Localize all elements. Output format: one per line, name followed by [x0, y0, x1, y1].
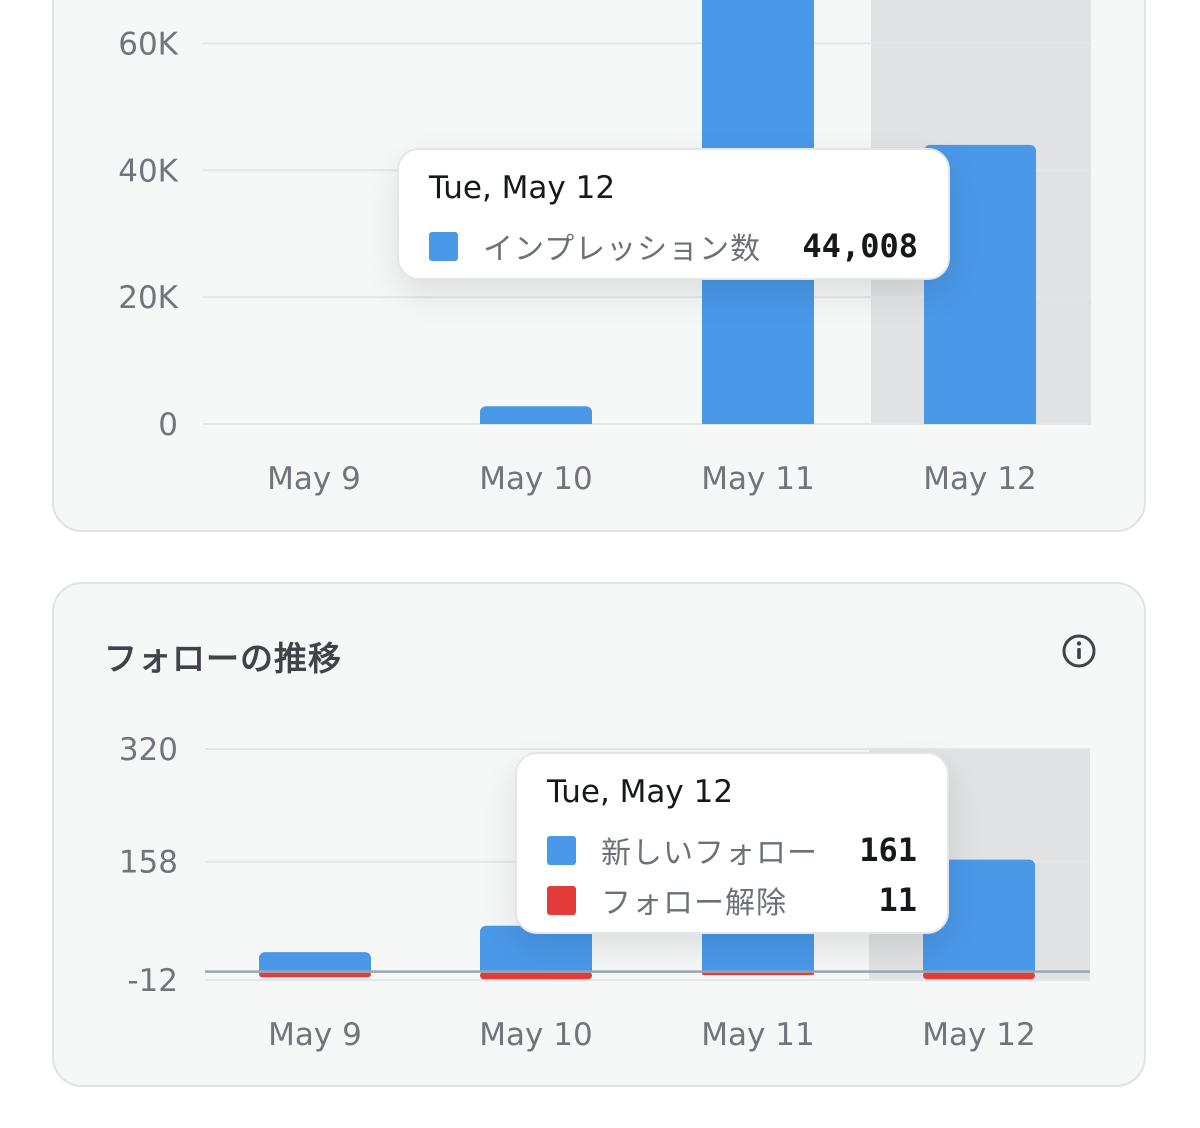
new-follows-value: 161	[859, 831, 917, 869]
impressions-tooltip-date: Tue, May 12	[429, 170, 616, 206]
x-tick-label: May 10	[479, 461, 592, 497]
impressions-tooltip: Tue, May 12 インプレッション数 44,008	[397, 148, 950, 280]
blue-swatch-icon	[429, 231, 458, 261]
red-swatch-icon	[547, 885, 576, 915]
x-tick-label: May 12	[922, 1017, 1035, 1053]
impressions-tooltip-row: インプレッション数 44,008	[429, 226, 918, 267]
y-tick-label: -12	[127, 963, 178, 999]
impressions-tooltip-value: 44,008	[802, 227, 918, 265]
bar-base	[702, 418, 814, 424]
y-tick-label: 0	[158, 407, 178, 443]
blue-swatch-icon	[547, 835, 576, 865]
bar-base	[480, 418, 592, 424]
x-tick-label: May 10	[479, 1017, 592, 1053]
follows-tooltip-row-unfollow: フォロー解除 11	[547, 880, 917, 921]
x-tick-label: May 11	[701, 1017, 814, 1053]
unfollows-label: フォロー解除	[601, 886, 787, 921]
y-tick-label: 158	[119, 845, 178, 881]
y-tick-label: 320	[119, 732, 178, 768]
unfollows-value: 11	[878, 881, 917, 919]
new-follows-label: 新しいフォロー	[601, 836, 818, 871]
bar-base	[924, 418, 1036, 424]
x-tick-label: May 11	[701, 461, 814, 497]
x-tick-label: May 9	[268, 1017, 362, 1053]
follows-tooltip: Tue, May 12 新しいフォロー 161 フォロー解除 11	[515, 752, 949, 934]
follows-tooltip-row-new: 新しいフォロー 161	[547, 830, 917, 871]
y-tick-label: 60K	[118, 26, 178, 62]
y-tick-label: 40K	[118, 153, 178, 189]
follows-tooltip-date: Tue, May 12	[547, 774, 734, 810]
impressions-tooltip-label: インプレッション数	[483, 232, 762, 267]
y-tick-label: 20K	[118, 280, 178, 316]
x-tick-label: May 12	[923, 461, 1036, 497]
x-tick-label: May 9	[267, 461, 361, 497]
